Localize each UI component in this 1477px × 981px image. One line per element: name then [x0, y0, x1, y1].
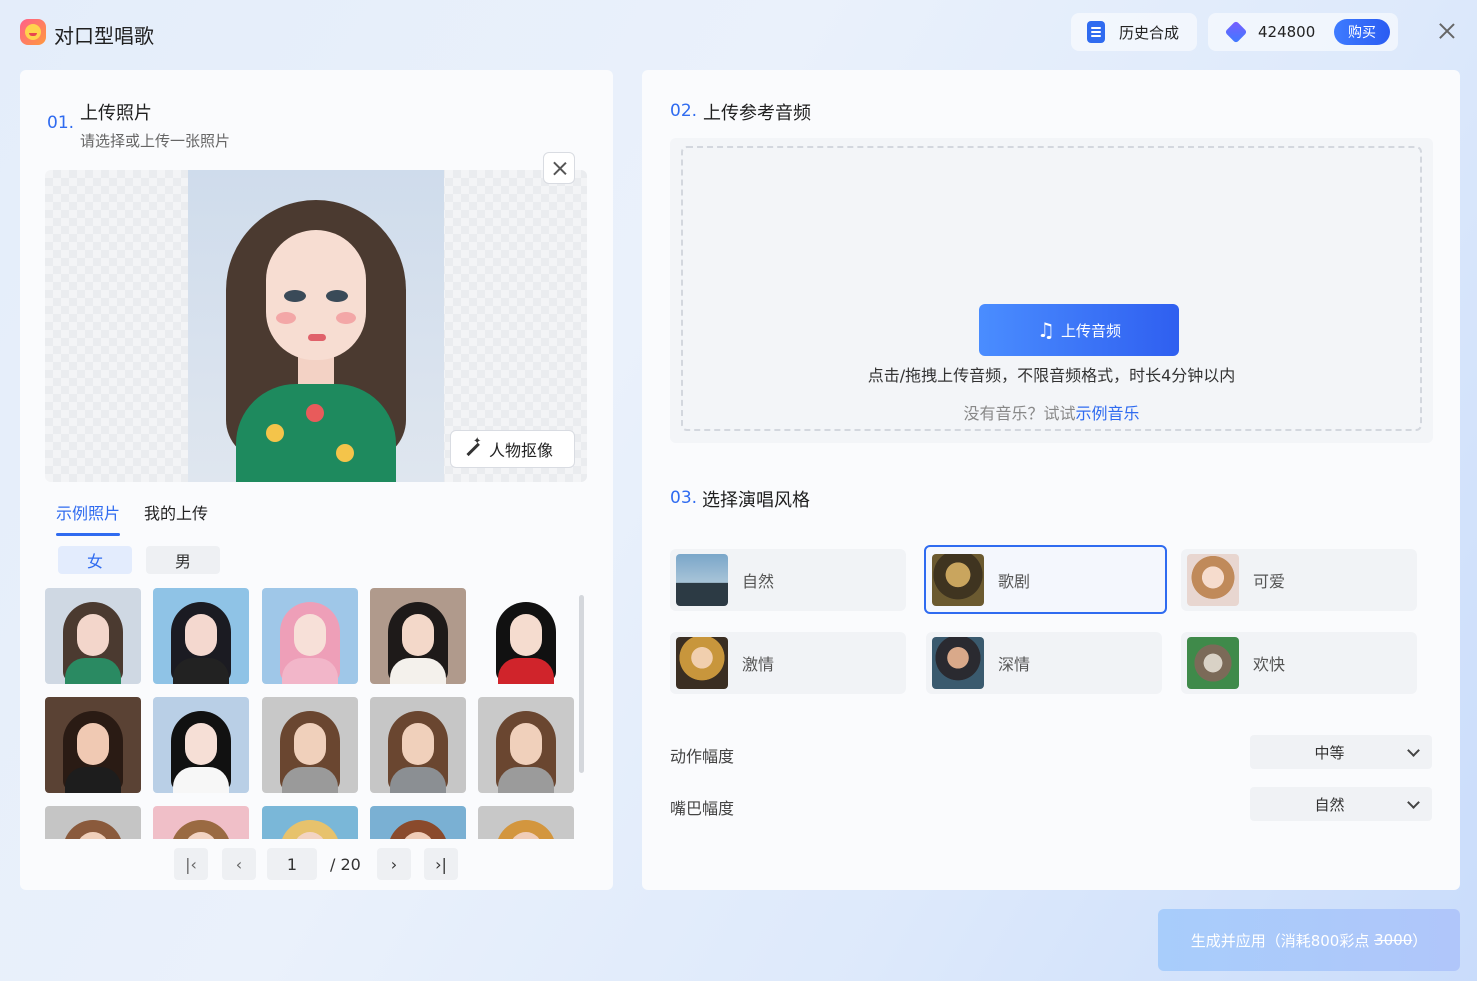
style-thumb [676, 554, 728, 606]
style-thumb [676, 637, 728, 689]
chevron-down-icon [1407, 743, 1420, 757]
history-button[interactable]: 历史合成 [1071, 13, 1197, 51]
sample-photo-thumb[interactable] [45, 806, 141, 839]
sample-photo-thumb[interactable] [370, 588, 466, 684]
style-option-passion[interactable]: 激情 [670, 632, 906, 694]
page-number-input[interactable]: 1 [267, 848, 317, 880]
generate-old-price: 3000 [1374, 931, 1413, 949]
buy-button[interactable]: 购买 [1334, 19, 1390, 45]
audio-dropzone[interactable]: ♫ 上传音频 点击/拖拽上传音频，不限音频格式，时长4分钟以内 没有音乐？试试示… [670, 138, 1433, 443]
generate-apply-button[interactable]: 生成并应用（消耗800彩点 3000） [1158, 909, 1460, 971]
style-label: 激情 [742, 655, 775, 674]
generate-label: 生成并应用（消耗800彩点 [1190, 931, 1370, 950]
style-thumb [932, 553, 984, 606]
history-label: 历史合成 [1119, 23, 1180, 42]
window-close-icon[interactable] [1436, 20, 1458, 42]
sample-photo-thumb[interactable] [262, 588, 358, 684]
generate-suffix: ） [1412, 931, 1428, 950]
music-note-icon: ♫ [1037, 318, 1055, 342]
points-value: 424800 [1258, 23, 1316, 41]
sample-photo-thumb[interactable] [370, 806, 466, 839]
gender-male-button[interactable]: 男 [146, 546, 220, 574]
style-label: 自然 [742, 572, 775, 591]
sample-photo-thumb[interactable] [262, 697, 358, 793]
mouth-amplitude-value: 自然 [1314, 795, 1345, 814]
upload-audio-button[interactable]: ♫ 上传音频 [979, 304, 1179, 356]
no-music-hint: 没有音乐？试试示例音乐 [670, 400, 1433, 424]
motion-amplitude-value: 中等 [1314, 743, 1345, 762]
upload-audio-label: 上传音频 [1060, 321, 1121, 340]
matting-label: 人物抠像 [489, 441, 554, 460]
step3-number: 03. [670, 488, 698, 508]
tab-sample-photos[interactable]: 示例照片 [56, 500, 121, 536]
sample-photo-thumb[interactable] [153, 588, 249, 684]
prev-page-button[interactable]: ‹ [222, 848, 256, 880]
style-label: 可爱 [1253, 572, 1286, 591]
style-label: 欢快 [1253, 655, 1286, 674]
grid-scrollbar[interactable] [579, 595, 584, 773]
style-option-affection[interactable]: 深情 [926, 632, 1162, 694]
sample-photo-grid [45, 588, 580, 839]
audio-style-panel: 02. 上传参考音频 ♫ 上传音频 点击/拖拽上传音频，不限音频格式，时长4分钟… [642, 70, 1460, 890]
selected-photo [188, 170, 444, 482]
style-label: 歌剧 [998, 571, 1031, 591]
style-option-opera[interactable]: 歌剧 [924, 545, 1167, 614]
matting-button[interactable]: 人物抠像 [450, 430, 575, 468]
sample-photo-thumb[interactable] [45, 697, 141, 793]
diamond-icon [1224, 20, 1248, 44]
next-page-button[interactable]: › [377, 848, 411, 880]
step2-number: 02. [670, 101, 698, 121]
sample-music-link[interactable]: 示例音乐 [1076, 404, 1140, 423]
gender-female-button[interactable]: 女 [58, 546, 132, 574]
page-total: / 20 [330, 855, 361, 874]
step2-title: 上传参考音频 [703, 103, 811, 124]
mouth-amplitude-label: 嘴巴幅度 [670, 799, 735, 818]
chevron-down-icon [1407, 795, 1420, 809]
step1-subtitle: 请选择或上传一张照片 [80, 132, 231, 150]
last-page-button[interactable]: ›| [424, 848, 458, 880]
points-balance: 424800 购买 [1208, 13, 1398, 51]
app-logo-icon [20, 19, 46, 45]
sample-photo-thumb[interactable] [262, 806, 358, 839]
sample-photo-thumb[interactable] [478, 806, 574, 839]
motion-amplitude-select[interactable]: 中等 [1250, 735, 1432, 769]
step1-number: 01. [47, 113, 75, 133]
sample-photo-thumb[interactable] [153, 806, 249, 839]
magic-wand-icon [463, 436, 481, 458]
style-thumb [1187, 637, 1239, 689]
motion-amplitude-label: 动作幅度 [670, 747, 735, 766]
style-thumb [1187, 554, 1239, 606]
upload-hint: 点击/拖拽上传音频，不限音频格式，时长4分钟以内 [867, 366, 1236, 385]
sample-photo-thumb[interactable] [370, 697, 466, 793]
tab-my-uploads[interactable]: 我的上传 [144, 500, 208, 524]
style-thumb [932, 637, 984, 689]
style-label: 深情 [998, 655, 1031, 674]
style-option-joyful[interactable]: 欢快 [1181, 632, 1417, 694]
step1-title: 上传照片 [80, 103, 152, 124]
remove-photo-button[interactable] [543, 152, 575, 184]
style-option-natural[interactable]: 自然 [670, 549, 906, 611]
style-option-cute[interactable]: 可爱 [1181, 549, 1417, 611]
sample-photo-thumb[interactable] [153, 697, 249, 793]
app-title: 对口型唱歌 [54, 24, 154, 48]
first-page-button[interactable]: |‹ [174, 848, 208, 880]
sample-photo-thumb[interactable] [478, 697, 574, 793]
upload-photo-panel: 01. 上传照片 请选择或上传一张照片 人物抠像 示例照片 我的上传 女 男 [20, 70, 613, 890]
step3-title: 选择演唱风格 [702, 490, 810, 511]
document-icon [1087, 21, 1105, 43]
mouth-amplitude-select[interactable]: 自然 [1250, 787, 1432, 821]
sample-photo-thumb[interactable] [45, 588, 141, 684]
no-music-text: 没有音乐？试试 [963, 404, 1076, 423]
sample-photo-thumb[interactable] [478, 588, 574, 684]
